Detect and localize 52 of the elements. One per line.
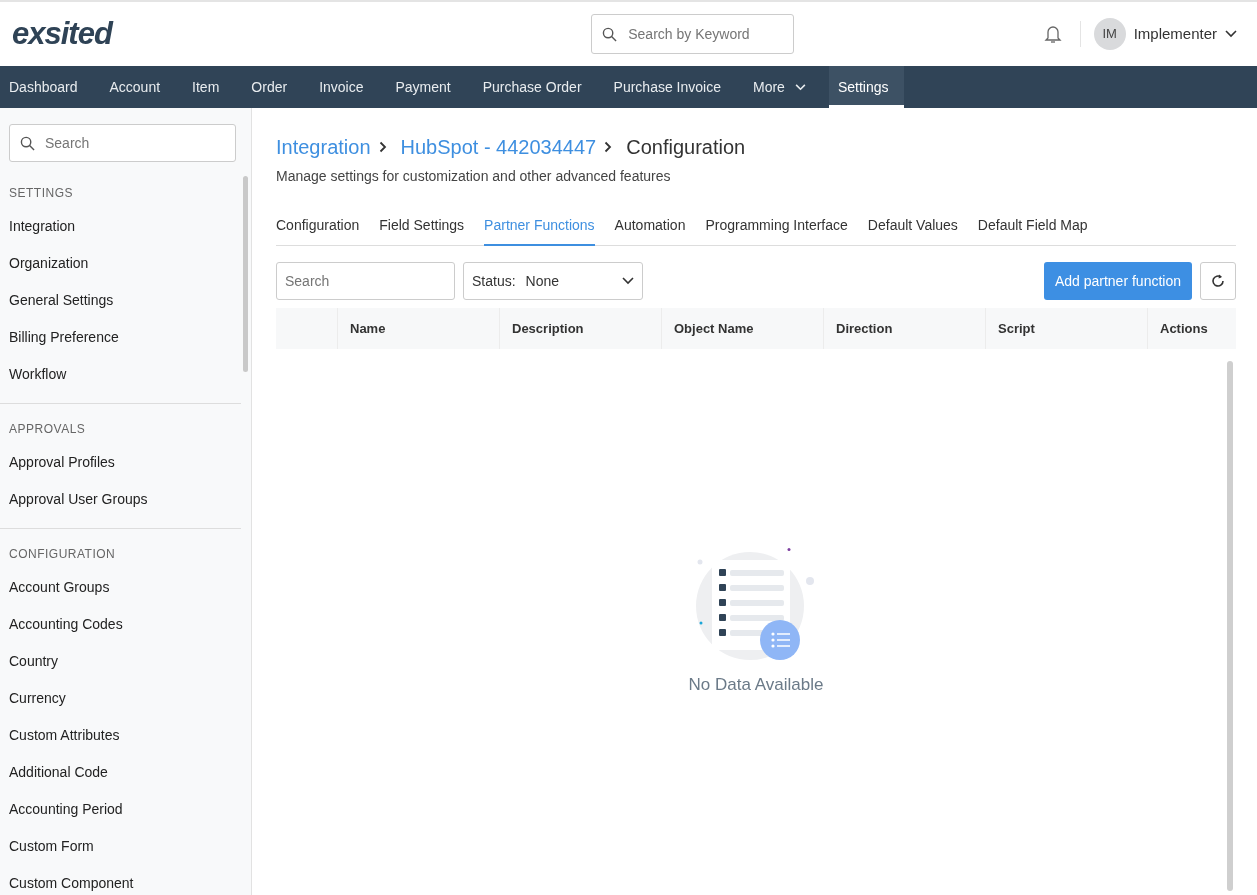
sidebar-item[interactable]: Custom Form	[0, 828, 251, 865]
tab[interactable]: Programming Interface	[705, 207, 848, 246]
page-title: Configuration	[626, 135, 746, 160]
user-avatar[interactable]: IM	[1093, 18, 1126, 50]
tab[interactable]: Configuration	[276, 207, 360, 246]
status-dropdown[interactable]: Status: None	[463, 262, 643, 300]
subtitle: Manage settings for customization and other advanced features	[276, 167, 672, 186]
logo: exsited	[12, 14, 112, 53]
sidebar-item[interactable]: Approval User Groups	[0, 481, 241, 518]
tab[interactable]: Automation	[614, 207, 686, 246]
column-header: Script	[985, 308, 1147, 349]
user-name[interactable]: Implementer	[1133, 22, 1217, 46]
nav-item[interactable]: Item	[183, 66, 236, 108]
sidebar-item[interactable]: Currency	[0, 680, 251, 717]
sidebar-item[interactable]: Accounting Period	[0, 791, 251, 828]
nav-item[interactable]: Settings	[828, 66, 905, 108]
section-heading: CONFIGURATION	[8, 546, 117, 563]
sidebar-item[interactable]: Organization	[0, 245, 241, 282]
sidebar-item[interactable]: Approval Profiles	[0, 444, 241, 481]
nav-item[interactable]: More	[743, 66, 822, 108]
search-field[interactable]: Search by Keyword	[591, 14, 795, 54]
sidebar-item[interactable]: Integration	[0, 208, 241, 245]
column-header: Name	[337, 308, 499, 349]
sidebar-item[interactable]: General Settings	[0, 282, 241, 319]
empty-message: No Data Available	[688, 673, 824, 696]
column-header: Direction	[823, 308, 985, 349]
nav-item[interactable]: Invoice	[310, 66, 380, 108]
search-field[interactable]: Search	[276, 262, 455, 300]
sidebar-item[interactable]: Custom Attributes	[0, 717, 251, 754]
tab[interactable]: Partner Functions	[484, 207, 595, 246]
nav-item[interactable]: Account	[100, 66, 177, 108]
column-header: Object Name	[661, 308, 823, 349]
nav-item[interactable]: Payment	[386, 66, 467, 108]
tab[interactable]: Field Settings	[379, 207, 465, 246]
column-header: Description	[499, 308, 661, 349]
sidebar-item[interactable]: Additional Code	[0, 754, 251, 791]
nav-item[interactable]: Order	[242, 66, 304, 108]
nav-item[interactable]: Purchase Invoice	[604, 66, 737, 108]
tab[interactable]: Default Values	[867, 207, 958, 246]
sidebar-item[interactable]: Account Groups	[0, 569, 251, 606]
sidebar-item[interactable]: Country	[0, 643, 251, 680]
sidebar-item[interactable]: Billing Preference	[0, 319, 241, 356]
section-heading: APPROVALS	[8, 421, 87, 438]
sidebar-item[interactable]: Workflow	[0, 356, 241, 393]
sidebar-item[interactable]: Custom Component	[0, 865, 251, 895]
sidebar-item[interactable]: Accounting Codes	[0, 606, 251, 643]
nav-item[interactable]: Purchase Order	[473, 66, 598, 108]
section-heading: SETTINGS	[8, 185, 74, 202]
search-field[interactable]: Search	[9, 124, 236, 162]
column-header: Actions	[1147, 308, 1236, 349]
nav-item[interactable]: Dashboard	[0, 66, 94, 108]
tab[interactable]: Default Field Map	[977, 207, 1088, 246]
